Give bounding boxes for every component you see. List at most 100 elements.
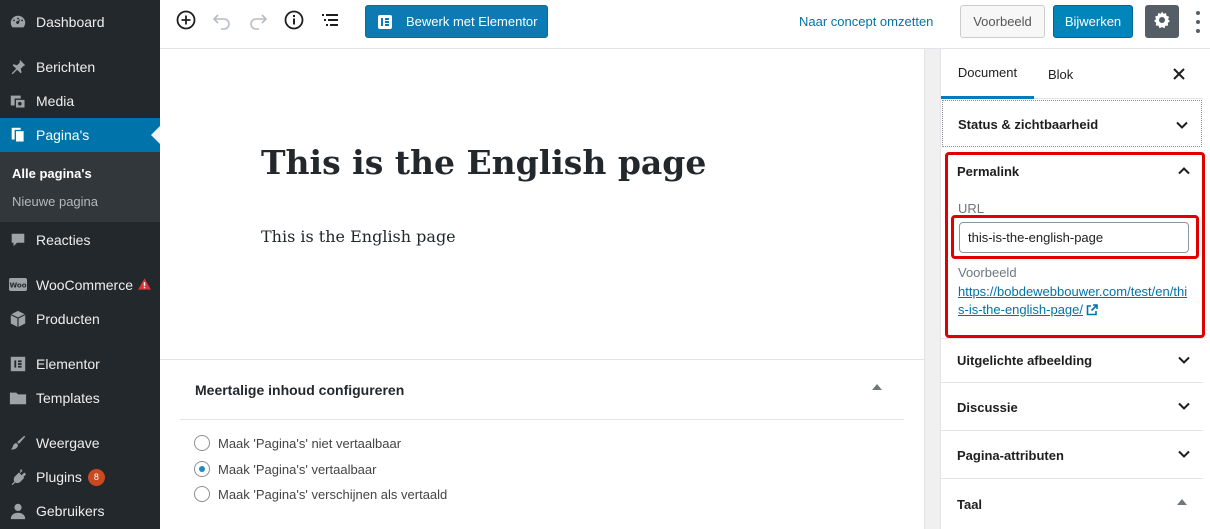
update-button[interactable]: Bijwerken (1053, 5, 1133, 38)
elementor-icon (378, 14, 392, 29)
dashboard-icon (8, 12, 28, 32)
add-block-icon[interactable] (171, 5, 201, 35)
panel-status-title: Status & zichtbaarheid (958, 117, 1099, 132)
radio-label: Maak 'Pagina's' niet vertaalbaar (218, 435, 402, 451)
radio-not-translatable[interactable]: Maak 'Pagina's' niet vertaalbaar (194, 435, 401, 451)
menu-item-producten[interactable]: Producten (0, 302, 160, 336)
elementor-button-label: Bewerk met Elementor (406, 14, 538, 29)
menu-item-gebruikers[interactable]: Gebruikers (0, 494, 160, 528)
plugin-icon (8, 467, 28, 487)
pin-icon (8, 57, 28, 77)
close-icon[interactable] (1170, 65, 1188, 83)
menu-label: Elementor (36, 356, 100, 372)
menu-item-berichten[interactable]: Berichten (0, 50, 160, 84)
panel-attributes-title: Pagina-attributen (957, 448, 1064, 463)
permalink-preview-link[interactable]: https://bobdewebbouwer.com/test/en/this-… (958, 283, 1193, 321)
undo-icon[interactable] (207, 5, 237, 35)
chevron-down-icon (1178, 356, 1190, 364)
menu-item-weergave[interactable]: Weergave (0, 426, 160, 460)
url-slug-input[interactable] (959, 222, 1189, 253)
menu-label: WooCommerce (36, 277, 133, 293)
collapse-arrow-icon[interactable] (872, 384, 882, 390)
pages-icon (8, 125, 28, 145)
panel-featured-image[interactable]: Uitgelichte afbeelding (941, 338, 1203, 383)
post-title[interactable]: This is the English page (261, 143, 706, 182)
radio-translatable[interactable]: Maak 'Pagina's' vertaalbaar (194, 461, 376, 477)
woocommerce-icon: Woo (8, 275, 28, 295)
panel-page-attributes[interactable]: Pagina-attributen (941, 431, 1203, 479)
collapse-arrow-icon[interactable] (1177, 499, 1187, 505)
preview-url-text[interactable]: https://bobdewebbouwer.com/test/en/this-… (958, 284, 1187, 317)
preview-button[interactable]: Voorbeeld (960, 5, 1045, 38)
more-options-button[interactable] (1190, 8, 1206, 36)
menu-item-reacties[interactable]: Reacties (0, 223, 160, 257)
pages-submenu: Alle pagina's Nieuwe pagina (0, 152, 160, 222)
chevron-down-icon (1178, 450, 1190, 458)
chevron-down-icon (1176, 121, 1188, 129)
menu-label: Producten (36, 311, 100, 327)
elementor-icon (8, 354, 28, 374)
submenu-all-pages[interactable]: Alle pagina's (12, 166, 92, 181)
media-icon (8, 91, 28, 111)
menu-label: Media (36, 93, 75, 109)
edit-with-elementor-button[interactable]: Bewerk met Elementor (365, 5, 548, 38)
outline-icon[interactable] (315, 5, 345, 35)
warning-icon (138, 277, 151, 293)
radio-label: Maak 'Pagina's' verschijnen als vertaald (218, 486, 448, 502)
paragraph-block[interactable]: This is the English page (261, 227, 456, 246)
sidebar-tabs: Document Blok (941, 49, 1203, 99)
menu-item-plugins[interactable]: Plugins 8 (0, 460, 160, 494)
permalink-preview-label: Voorbeeld (958, 265, 1017, 280)
radio-appear-translated[interactable]: Maak 'Pagina's' verschijnen als vertaald (194, 486, 447, 502)
editor-toolbar: Bewerk met Elementor Naar concept omzett… (160, 0, 1210, 49)
info-icon[interactable] (279, 5, 309, 35)
radio-button[interactable] (194, 486, 210, 502)
chevron-down-icon (1178, 402, 1190, 410)
admin-sidebar: Dashboard Berichten Media Pagina's Alle … (0, 0, 160, 529)
editor-scrollbar[interactable] (924, 49, 940, 529)
panel-discussion-title: Discussie (957, 400, 1018, 415)
plugins-update-badge: 8 (87, 468, 105, 486)
menu-label: Pagina's (36, 127, 90, 143)
settings-button[interactable] (1145, 5, 1179, 38)
menu-label: Berichten (36, 59, 96, 75)
multilingual-meta-box: Meertalige inhoud configureren Maak 'Pag… (160, 359, 924, 529)
menu-label: Dashboard (36, 14, 105, 30)
menu-label: Templates (36, 390, 100, 406)
menu-item-media[interactable]: Media (0, 84, 160, 118)
comments-icon (8, 230, 28, 250)
meta-box-header[interactable]: Meertalige inhoud configureren (180, 360, 904, 420)
radio-button-checked[interactable] (194, 461, 210, 477)
gear-icon (1152, 10, 1172, 33)
menu-item-elementor[interactable]: Elementor (0, 347, 160, 381)
menu-label: Plugins (36, 469, 82, 485)
radio-label: Maak 'Pagina's' vertaalbaar (218, 461, 377, 477)
panel-discussion[interactable]: Discussie (941, 383, 1203, 431)
panel-language[interactable]: Taal (941, 479, 1203, 529)
menu-item-paginas[interactable]: Pagina's (0, 118, 160, 152)
menu-item-templates[interactable]: Templates (0, 381, 160, 415)
url-label: URL (958, 201, 985, 216)
users-icon (8, 501, 28, 521)
folder-icon (8, 388, 28, 408)
menu-item-woocommerce[interactable]: Woo WooCommerce (0, 268, 160, 302)
radio-button[interactable] (194, 435, 210, 451)
tab-block[interactable]: Blok (1048, 49, 1073, 99)
tab-document[interactable]: Document (941, 49, 1034, 99)
meta-box-title: Meertalige inhoud configureren (195, 381, 405, 398)
panel-featured-title: Uitgelichte afbeelding (957, 353, 1093, 368)
redo-icon[interactable] (243, 5, 273, 35)
box-icon (8, 309, 28, 329)
menu-label: Reacties (36, 232, 91, 248)
switch-to-draft-link[interactable]: Naar concept omzetten (799, 14, 933, 29)
panel-status[interactable]: Status & zichtbaarheid (942, 100, 1202, 147)
dot (1196, 19, 1200, 24)
submenu-new-page[interactable]: Nieuwe pagina (12, 194, 98, 209)
menu-label: Weergave (36, 435, 100, 451)
editor-canvas: This is the English page This is the Eng… (160, 49, 924, 529)
dot (1196, 10, 1200, 15)
menu-label: Gebruikers (36, 503, 105, 519)
menu-item-dashboard[interactable]: Dashboard (0, 5, 160, 39)
svg-text:Woo: Woo (9, 282, 26, 290)
dot (1196, 29, 1200, 34)
